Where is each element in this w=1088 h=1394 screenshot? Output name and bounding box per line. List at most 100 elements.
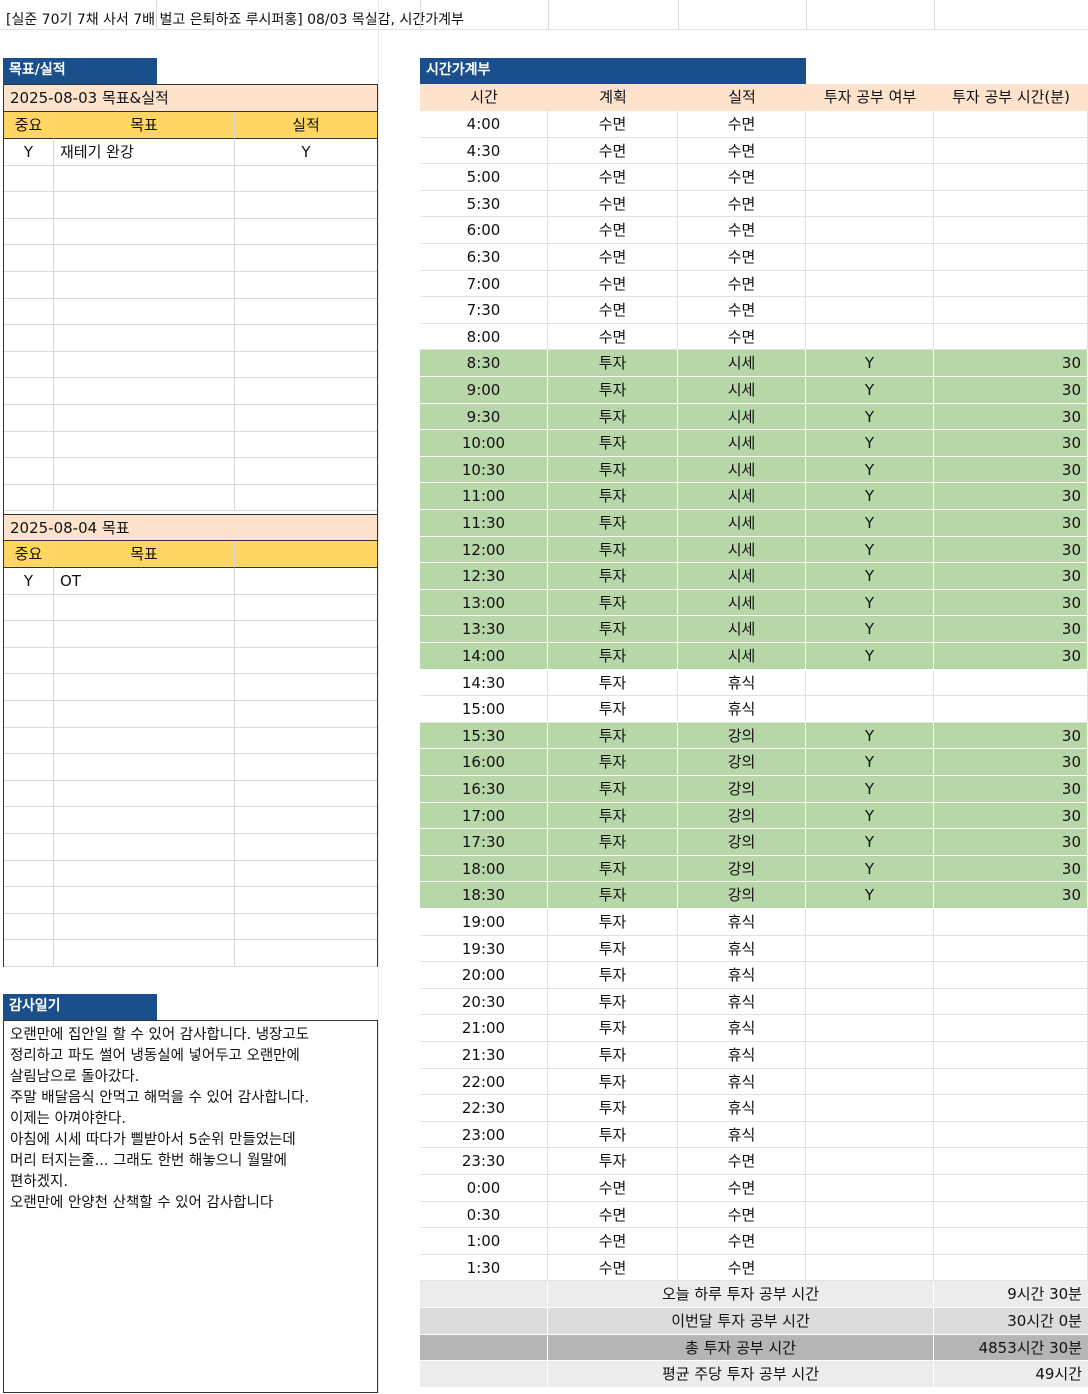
study-minutes-cell[interactable] <box>934 190 1088 218</box>
plan-cell[interactable]: 투자 <box>548 722 678 750</box>
study-minutes-cell[interactable] <box>934 244 1088 271</box>
actual-cell[interactable]: 시세 <box>678 536 806 564</box>
plan-cell[interactable]: 투자 <box>548 1121 678 1149</box>
actual-cell[interactable]: 강의 <box>678 829 806 856</box>
goal-text-cell[interactable] <box>54 378 235 405</box>
time-cell[interactable]: 20:30 <box>420 988 548 1016</box>
study-minutes-cell[interactable]: 30 <box>934 403 1088 431</box>
plan-cell[interactable]: 투자 <box>548 377 678 404</box>
time-cell[interactable]: 5:30 <box>420 190 548 218</box>
plan-cell[interactable]: 투자 <box>548 1148 678 1175</box>
plan-cell[interactable]: 수면 <box>548 270 678 298</box>
study-minutes-cell[interactable] <box>934 297 1088 324</box>
time-cell[interactable]: 13:30 <box>420 616 548 643</box>
plan-cell[interactable]: 투자 <box>548 510 678 537</box>
study-flag-cell[interactable] <box>806 323 934 351</box>
time-cell[interactable]: 22:00 <box>420 1068 548 1096</box>
plan-cell[interactable]: 투자 <box>548 696 678 723</box>
goal-important-cell[interactable] <box>4 834 54 861</box>
plan-cell[interactable]: 투자 <box>548 1042 678 1069</box>
study-minutes-cell[interactable]: 30 <box>934 855 1088 883</box>
goal-important-cell[interactable] <box>4 940 54 967</box>
plan-cell[interactable]: 투자 <box>548 935 678 963</box>
time-cell[interactable]: 11:30 <box>420 510 548 537</box>
time-cell[interactable]: 10:00 <box>420 430 548 457</box>
goal-important-cell[interactable] <box>4 192 54 219</box>
study-minutes-cell[interactable] <box>934 1042 1088 1069</box>
study-flag-cell[interactable]: Y <box>806 403 934 431</box>
time-cell[interactable]: 21:00 <box>420 1015 548 1042</box>
study-flag-cell[interactable] <box>806 935 934 963</box>
goal-important-cell[interactable] <box>4 245 54 272</box>
goal-important-cell[interactable] <box>4 647 54 675</box>
goal-result-cell[interactable] <box>235 299 377 326</box>
goal-text-cell[interactable]: 재테기 완강 <box>54 139 235 166</box>
goal-result-cell[interactable] <box>235 861 377 888</box>
goal-important-cell[interactable]: Y <box>4 568 54 595</box>
actual-cell[interactable]: 휴식 <box>678 1042 806 1069</box>
time-cell[interactable]: 8:00 <box>420 323 548 351</box>
plan-cell[interactable]: 투자 <box>548 430 678 457</box>
study-flag-cell[interactable]: Y <box>806 589 934 617</box>
study-minutes-cell[interactable] <box>934 988 1088 1016</box>
actual-cell[interactable]: 수면 <box>678 297 806 324</box>
goal-result-cell[interactable] <box>235 701 377 728</box>
time-cell[interactable]: 12:00 <box>420 536 548 564</box>
actual-cell[interactable]: 휴식 <box>678 696 806 723</box>
goal-result-cell[interactable] <box>235 728 377 755</box>
plan-cell[interactable]: 투자 <box>548 350 678 377</box>
goal-important-cell[interactable] <box>4 458 54 485</box>
goal-result-cell[interactable] <box>235 568 377 595</box>
time-cell[interactable]: 0:30 <box>420 1201 548 1229</box>
actual-cell[interactable]: 시세 <box>678 510 806 537</box>
study-minutes-cell[interactable] <box>934 1068 1088 1096</box>
goal-text-cell[interactable] <box>54 325 235 352</box>
plan-cell[interactable]: 수면 <box>548 164 678 191</box>
study-minutes-cell[interactable]: 30 <box>934 616 1088 643</box>
time-cell[interactable]: 21:30 <box>420 1042 548 1069</box>
study-minutes-cell[interactable] <box>934 962 1088 989</box>
study-flag-cell[interactable] <box>806 1175 934 1202</box>
goal-text-cell[interactable] <box>54 754 235 781</box>
plan-cell[interactable]: 수면 <box>548 111 678 138</box>
actual-cell[interactable]: 강의 <box>678 776 806 803</box>
study-flag-cell[interactable]: Y <box>806 722 934 750</box>
actual-cell[interactable]: 시세 <box>678 616 806 643</box>
goal-text-cell[interactable] <box>54 245 235 272</box>
goal-important-cell[interactable] <box>4 484 54 512</box>
plan-cell[interactable]: 투자 <box>548 1015 678 1042</box>
time-cell[interactable]: 17:30 <box>420 829 548 856</box>
actual-cell[interactable]: 수면 <box>678 1148 806 1175</box>
plan-cell[interactable]: 투자 <box>548 776 678 803</box>
study-flag-cell[interactable]: Y <box>806 776 934 803</box>
study-flag-cell[interactable] <box>806 1201 934 1229</box>
goal-text-cell[interactable] <box>54 887 235 914</box>
study-minutes-cell[interactable]: 30 <box>934 749 1088 776</box>
goal-result-cell[interactable] <box>235 405 377 432</box>
actual-cell[interactable]: 휴식 <box>678 935 806 963</box>
goal-text-cell[interactable] <box>54 727 235 755</box>
goal-important-cell[interactable] <box>4 913 54 941</box>
goal-text-cell[interactable] <box>54 780 235 808</box>
time-cell[interactable]: 4:30 <box>420 137 548 165</box>
study-flag-cell[interactable] <box>806 190 934 218</box>
time-cell[interactable]: 10:30 <box>420 456 548 484</box>
study-minutes-cell[interactable] <box>934 270 1088 298</box>
time-cell[interactable]: 9:30 <box>420 403 548 431</box>
actual-cell[interactable]: 시세 <box>678 456 806 484</box>
plan-cell[interactable]: 수면 <box>548 1175 678 1202</box>
time-cell[interactable]: 19:00 <box>420 909 548 936</box>
plan-cell[interactable]: 투자 <box>548 483 678 510</box>
actual-cell[interactable]: 휴식 <box>678 1121 806 1149</box>
goal-important-cell[interactable] <box>4 621 54 648</box>
study-flag-cell[interactable] <box>806 111 934 138</box>
goal-text-cell[interactable] <box>54 860 235 888</box>
actual-cell[interactable]: 시세 <box>678 403 806 431</box>
study-flag-cell[interactable]: Y <box>806 456 934 484</box>
goal-text-cell[interactable] <box>54 621 235 648</box>
plan-cell[interactable]: 수면 <box>548 217 678 244</box>
goal-result-cell[interactable] <box>235 352 377 379</box>
plan-cell[interactable]: 투자 <box>548 616 678 643</box>
study-minutes-cell[interactable]: 30 <box>934 377 1088 404</box>
goal-important-cell[interactable]: Y <box>4 139 54 166</box>
